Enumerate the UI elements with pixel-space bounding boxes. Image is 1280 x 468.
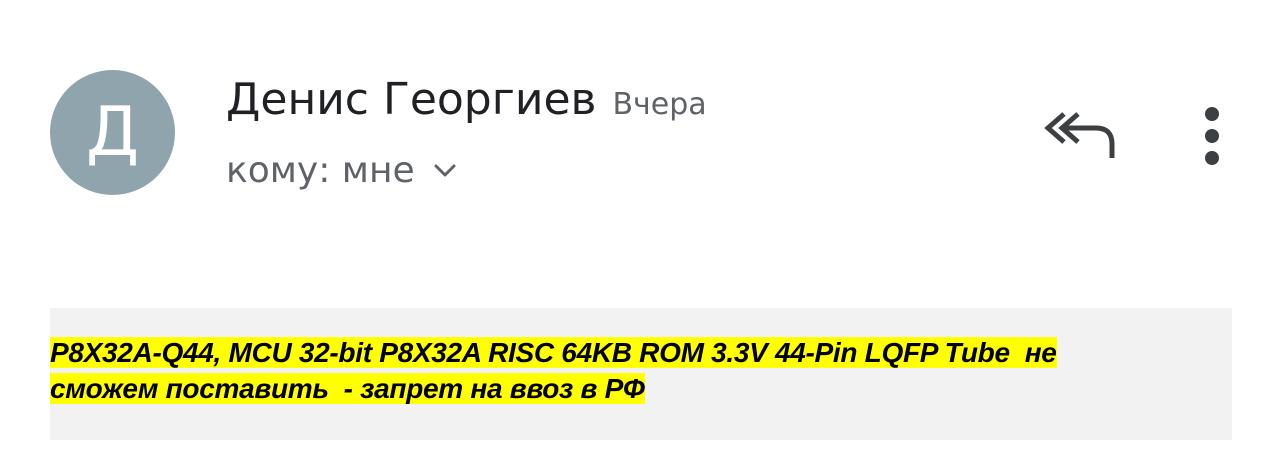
message-date: Вчера [612,87,707,122]
message-line-2: сможем поставить - запрет на ввоз в РФ [50,373,645,404]
more-options-button[interactable] [1188,104,1236,168]
sender-name[interactable]: Денис Георгиев [226,74,596,125]
message-line-1: P8X32A-Q44, MCU 32-bit P8X32A RISC 64KB … [50,337,1057,368]
sender-line: Денис Георгиев Вчера [226,74,707,125]
recipient-details-toggle[interactable]: кому: мне [226,150,459,191]
chevron-down-icon[interactable] [431,157,459,185]
sender-avatar[interactable]: Д [50,70,175,195]
email-message-view: Д Денис Георгиев Вчера кому: мне P8X32A-… [0,0,1280,468]
reply-all-button[interactable] [1042,108,1118,164]
avatar-letter: Д [85,92,140,172]
more-vert-icon [1205,107,1219,165]
recipient-label: кому: мне [226,150,415,191]
reply-all-icon [1044,112,1115,158]
message-body: P8X32A-Q44, MCU 32-bit P8X32A RISC 64KB … [50,335,1232,407]
